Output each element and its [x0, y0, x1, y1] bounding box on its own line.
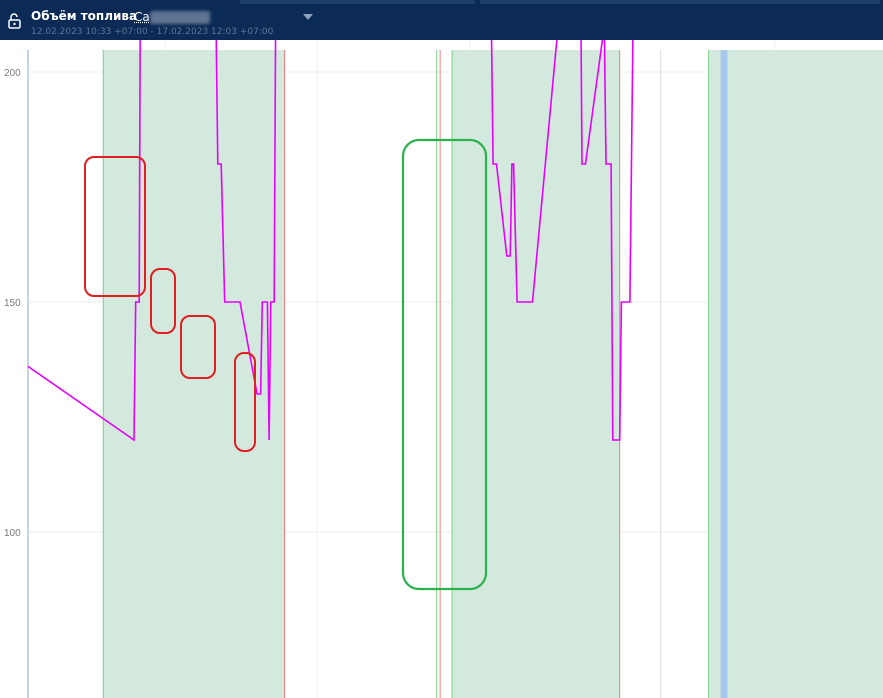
chevron-down-icon[interactable]	[303, 14, 313, 20]
fuel-volume-chart[interactable]: 100150200250300350 расход топливазаправк…	[0, 40, 883, 698]
y-axis: 100150200250300350	[4, 50, 29, 698]
y-tick-label: 100	[4, 528, 21, 539]
y-tick-label: 200	[4, 68, 21, 79]
date-range: 12.02.2023 10:33 +07:00 - 17.02.2023 12:…	[31, 27, 274, 37]
sensor-title: Объём топлива	[31, 9, 138, 23]
vehicle-selector[interactable]: Са	[134, 10, 150, 24]
vehicle-name-redacted	[150, 11, 210, 24]
shaded-span	[708, 50, 883, 698]
highlight-span	[720, 50, 728, 698]
unlock-icon[interactable]	[8, 13, 22, 29]
tab-indicator	[480, 0, 880, 4]
top-toolbar: Объём топлива Са 12.02.2023 10:33 +07:00…	[0, 0, 883, 40]
shaded-span	[103, 50, 285, 698]
tab-indicator	[240, 0, 475, 4]
shaded-span	[452, 50, 620, 698]
y-tick-label: 150	[4, 298, 21, 309]
